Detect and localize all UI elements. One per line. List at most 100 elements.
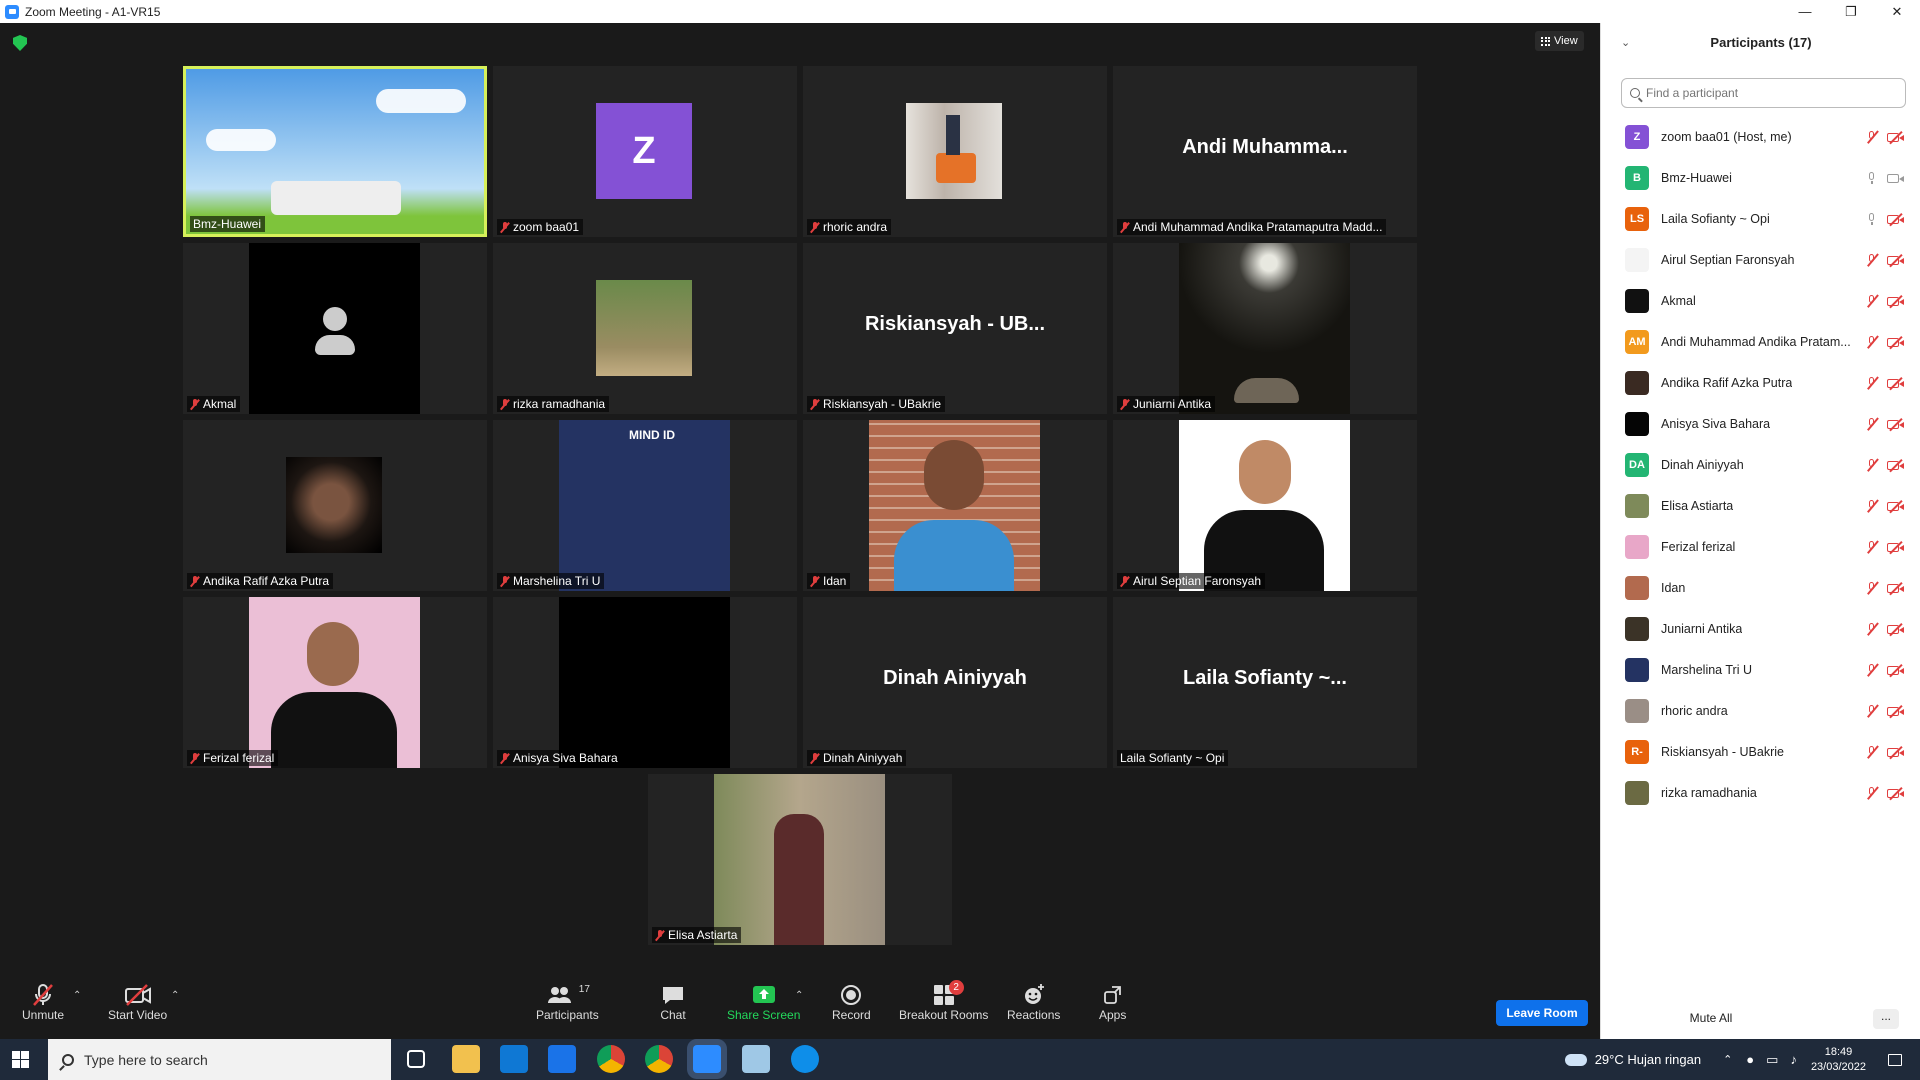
video-tile[interactable]: Elisa Astiarta [648, 774, 952, 945]
video-tile[interactable]: MIND ID Marshelina Tri U [493, 420, 797, 591]
microsoft-store-icon[interactable] [500, 1045, 528, 1073]
mic-muted-icon[interactable] [1866, 375, 1879, 390]
video-icon[interactable] [1887, 171, 1905, 185]
close-icon[interactable]: ✕ [1874, 0, 1920, 23]
video-tile[interactable]: Bmz-Huawei [183, 66, 487, 237]
minimize-icon[interactable]: — [1782, 0, 1828, 23]
start-video-button[interactable]: Start Video [108, 982, 167, 1022]
video-tile[interactable]: Andi Muhamma... Andi Muhammad Andika Prat… [1113, 66, 1417, 237]
tray-mic-icon[interactable]: ● [1746, 1052, 1754, 1067]
video-off-icon[interactable] [1887, 540, 1905, 554]
mic-muted-icon[interactable] [1866, 703, 1879, 718]
participant-row[interactable]: AM Andi Muhammad Andika Pratam... [1601, 321, 1920, 362]
audio-options-chevron-icon[interactable]: ⌃ [73, 990, 81, 1001]
participant-row[interactable]: rhoric andra [1601, 690, 1920, 731]
chrome-profile-icon[interactable] [645, 1045, 673, 1073]
encryption-shield-icon[interactable] [13, 35, 27, 51]
record-button[interactable]: Record [832, 982, 871, 1022]
task-view-icon[interactable] [407, 1050, 425, 1068]
mic-muted-icon[interactable] [1866, 580, 1879, 595]
video-off-icon[interactable] [1887, 253, 1905, 267]
mic-muted-icon[interactable] [1866, 498, 1879, 513]
participant-search[interactable] [1621, 78, 1906, 108]
participant-row[interactable]: Andika Rafif Azka Putra [1601, 362, 1920, 403]
video-options-chevron-icon[interactable]: ⌃ [171, 990, 179, 1001]
mic-icon[interactable] [1866, 171, 1878, 185]
video-tile[interactable]: Dinah Ainiyyah Dinah Ainiyyah [803, 597, 1107, 768]
video-tile[interactable]: Ferizal ferizal [183, 597, 487, 768]
video-tile[interactable]: Airul Septian Faronsyah [1113, 420, 1417, 591]
breakout-rooms-button[interactable]: 2 Breakout Rooms [899, 980, 988, 1022]
participant-row[interactable]: Anisya Siva Bahara [1601, 403, 1920, 444]
mail-icon[interactable] [548, 1045, 576, 1073]
mute-all-button[interactable]: Mute All [1681, 1011, 1741, 1025]
video-tile[interactable]: Andika Rafif Azka Putra [183, 420, 487, 591]
view-button[interactable]: View [1535, 31, 1584, 51]
video-off-icon[interactable] [1887, 581, 1905, 595]
participant-row[interactable]: Ferizal ferizal [1601, 526, 1920, 567]
video-off-icon[interactable] [1887, 294, 1905, 308]
reactions-button[interactable]: Reactions [1007, 982, 1060, 1022]
participant-row[interactable]: DA Dinah Ainiyyah [1601, 444, 1920, 485]
mic-icon[interactable] [1866, 212, 1878, 226]
video-off-icon[interactable] [1887, 745, 1905, 759]
network-icon[interactable]: ▭ [1766, 1052, 1778, 1068]
notifications-icon[interactable] [1888, 1053, 1902, 1066]
mic-muted-icon[interactable] [1866, 621, 1879, 636]
mic-muted-icon[interactable] [1866, 457, 1879, 472]
participants-button[interactable]: 17 Participants [536, 982, 599, 1023]
video-off-icon[interactable] [1887, 458, 1905, 472]
mic-muted-icon[interactable] [1866, 662, 1879, 677]
mic-muted-icon[interactable] [1866, 252, 1879, 267]
participant-row[interactable]: Elisa Astiarta [1601, 485, 1920, 526]
video-off-icon[interactable] [1887, 704, 1905, 718]
participant-row[interactable]: B Bmz-Huawei [1601, 157, 1920, 198]
video-off-icon[interactable] [1887, 663, 1905, 677]
clock[interactable]: 18:49 23/03/2022 [1811, 1045, 1866, 1075]
notepad-icon[interactable] [742, 1045, 770, 1073]
participant-row[interactable]: Idan [1601, 567, 1920, 608]
video-tile[interactable]: Riskiansyah - UB... Riskiansyah - UBakrie [803, 243, 1107, 414]
video-tile[interactable]: Laila Sofianty ~... Laila Sofianty ~ Opi [1113, 597, 1417, 768]
tray-chevron-icon[interactable]: ⌃ [1723, 1053, 1732, 1066]
participant-row[interactable]: Juniarni Antika [1601, 608, 1920, 649]
participant-search-input[interactable] [1646, 86, 1876, 100]
video-off-icon[interactable] [1887, 335, 1905, 349]
taskbar-search[interactable]: Type here to search [48, 1039, 391, 1080]
zoom-taskbar-icon[interactable] [693, 1045, 721, 1073]
video-off-icon[interactable] [1887, 212, 1905, 226]
chat-button[interactable]: Chat [660, 982, 686, 1022]
apps-button[interactable]: Apps [1099, 982, 1126, 1022]
participant-row[interactable]: Airul Septian Faronsyah [1601, 239, 1920, 280]
mic-muted-icon[interactable] [1866, 416, 1879, 431]
participant-row[interactable]: LS Laila Sofianty ~ Opi [1601, 198, 1920, 239]
mic-muted-icon[interactable] [1866, 785, 1879, 800]
video-tile[interactable]: rhoric andra [803, 66, 1107, 237]
video-off-icon[interactable] [1887, 417, 1905, 431]
video-off-icon[interactable] [1887, 622, 1905, 636]
participant-row[interactable]: Akmal [1601, 280, 1920, 321]
video-off-icon[interactable] [1887, 376, 1905, 390]
chrome-icon[interactable] [597, 1045, 625, 1073]
unmute-button[interactable]: Unmute [22, 982, 64, 1022]
video-off-icon[interactable] [1887, 786, 1905, 800]
video-tile[interactable]: Idan [803, 420, 1107, 591]
mic-muted-icon[interactable] [1866, 293, 1879, 308]
mic-muted-icon[interactable] [1866, 129, 1879, 144]
video-tile[interactable]: rizka ramadhania [493, 243, 797, 414]
windows-start-icon[interactable] [12, 1051, 29, 1068]
file-explorer-icon[interactable] [452, 1045, 480, 1073]
participant-row[interactable]: Marshelina Tri U [1601, 649, 1920, 690]
share-options-chevron-icon[interactable]: ⌃ [795, 990, 803, 1001]
mic-muted-icon[interactable] [1866, 744, 1879, 759]
teamviewer-icon[interactable] [791, 1045, 819, 1073]
participant-row[interactable]: R- Riskiansyah - UBakrie [1601, 731, 1920, 772]
video-off-icon[interactable] [1887, 130, 1905, 144]
video-tile[interactable]: Zzoom baa01 [493, 66, 797, 237]
leave-room-button[interactable]: Leave Room [1496, 1000, 1588, 1026]
video-tile[interactable]: Juniarni Antika [1113, 243, 1417, 414]
participant-row[interactable]: rizka ramadhania [1601, 772, 1920, 813]
mic-muted-icon[interactable] [1866, 539, 1879, 554]
mic-muted-icon[interactable] [1866, 334, 1879, 349]
participant-row[interactable]: Zzoom baa01 (Host, me) [1601, 116, 1920, 157]
